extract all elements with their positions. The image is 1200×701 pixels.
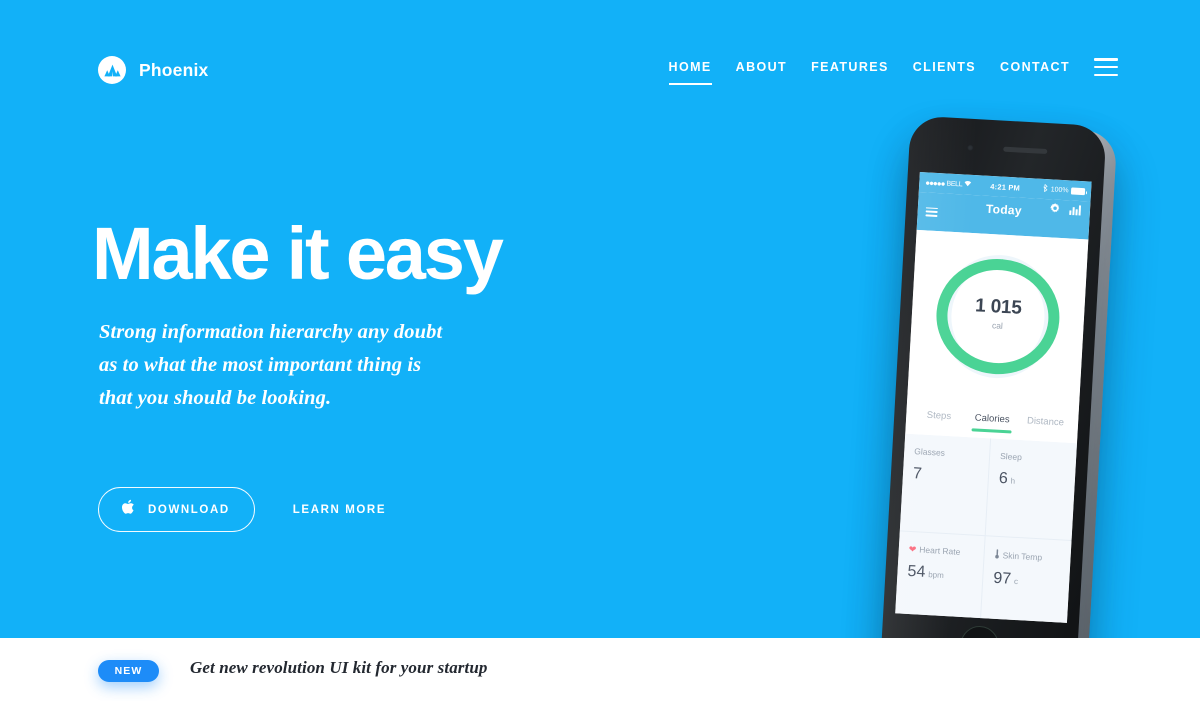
nav-item-features[interactable]: FEATURES: [799, 58, 901, 76]
tab-steps[interactable]: Steps: [912, 408, 966, 428]
stat-card-heart-rate[interactable]: ❤ Heart Rate 54 bpm: [895, 531, 986, 623]
nav-links: HOME ABOUT FEATURES CLIENTS CONTACT: [657, 58, 1082, 85]
status-time: 4:21 PM: [990, 181, 1021, 193]
tab-calories[interactable]: Calories: [965, 411, 1019, 431]
burger-bar: [925, 214, 938, 217]
burger-bar: [925, 206, 938, 210]
thermometer-icon: [994, 549, 1000, 561]
stat-value: 7: [912, 465, 923, 483]
burger-bar: [1094, 58, 1118, 61]
subtitle-line: that you should be looking.: [99, 387, 332, 409]
hero-subtitle: Strong information hierarchy any doubt a…: [99, 316, 519, 415]
landing-page: Phoenix HOME ABOUT FEATURES CLIENTS CONT…: [0, 0, 1200, 701]
brand-name: Phoenix: [139, 59, 209, 80]
stat-label: Glasses: [914, 446, 946, 458]
bar-chart-icon[interactable]: [1068, 202, 1082, 221]
stat-value-wrap: 54 bpm: [907, 563, 973, 585]
promo-text: Get new revolution UI kit for your start…: [190, 658, 488, 677]
stat-unit: bpm: [927, 570, 945, 580]
cta-group: DOWNLOAD LEARN MORE: [98, 487, 386, 532]
front-camera-icon: [967, 144, 974, 151]
stat-unit: h: [1010, 476, 1016, 486]
calories-ring-widget: 1 015 cal: [907, 229, 1089, 410]
tab-distance[interactable]: Distance: [1018, 414, 1072, 434]
battery-full-icon: [1070, 186, 1086, 195]
apple-logo-icon: [121, 499, 135, 521]
stat-value: 54: [907, 562, 926, 581]
hero-section: Phoenix HOME ABOUT FEATURES CLIENTS CONT…: [0, 0, 1200, 638]
hamburger-menu-icon[interactable]: [1094, 58, 1118, 76]
page-title: Make it easy: [92, 212, 504, 295]
stat-value: 6: [998, 469, 1009, 488]
brand-logo[interactable]: Phoenix: [98, 56, 208, 84]
burger-bar: [1094, 65, 1118, 69]
stat-card-skin-temp[interactable]: Skin Temp 97 c: [980, 536, 1071, 623]
app-menu-button[interactable]: [925, 206, 938, 217]
stats-grid: Glasses 7 Sleep 6 h ❤ Heart Rate 54 bpm …: [895, 433, 1077, 623]
earpiece-speaker: [1003, 146, 1048, 154]
download-button-label: DOWNLOAD: [148, 503, 230, 516]
stat-unit: c: [1013, 576, 1019, 587]
stat-label-wrap: ❤ Heart Rate: [908, 543, 974, 558]
gear-icon[interactable]: [1048, 201, 1061, 220]
stat-card-sleep[interactable]: Sleep 6 h: [985, 438, 1077, 542]
stat-label: Sleep: [999, 450, 1023, 463]
stat-card-glasses[interactable]: Glasses 7: [899, 433, 992, 537]
burger-bar: [925, 210, 938, 213]
phone-mockup: ●●●●● BELL 4:21 PM 100% Today 1 015 cal …: [862, 103, 1145, 638]
learn-more-link[interactable]: LEARN MORE: [293, 504, 386, 516]
download-button[interactable]: DOWNLOAD: [98, 487, 255, 532]
nav-item-about[interactable]: ABOUT: [724, 58, 799, 76]
heart-icon: ❤: [908, 543, 917, 554]
nav-item-home[interactable]: HOME: [657, 58, 724, 85]
promo-bar: [0, 638, 1200, 701]
phone-body: ●●●●● BELL 4:21 PM 100% Today 1 015 cal …: [879, 115, 1107, 638]
status-badge[interactable]: NEW: [98, 660, 159, 682]
mountain-logo-icon: [98, 56, 126, 84]
signal-dots-icon: ●●●●●: [925, 177, 945, 188]
wifi-icon: [964, 181, 972, 189]
home-button[interactable]: [959, 625, 1000, 638]
subtitle-line: Strong information hierarchy any doubt: [99, 321, 443, 343]
nav-item-clients[interactable]: CLIENTS: [901, 58, 988, 76]
stat-value-wrap: 7: [913, 465, 979, 487]
stat-label: Heart Rate: [919, 544, 961, 557]
stat-value-wrap: 97 c: [993, 570, 1060, 592]
stat-label: Skin Temp: [1002, 550, 1043, 563]
hamburger-menu-icon: [925, 206, 938, 217]
stat-value-wrap: 6 h: [998, 470, 1065, 492]
stat-label-wrap: Skin Temp: [994, 549, 1061, 565]
phone-screen: ●●●●● BELL 4:21 PM 100% Today 1 015 cal …: [895, 171, 1092, 623]
battery-percent: 100%: [1050, 185, 1069, 194]
carrier-label: BELL: [946, 180, 963, 188]
bluetooth-icon: [1043, 184, 1049, 194]
stat-value: 97: [992, 569, 1012, 588]
nav-item-contact[interactable]: CONTACT: [988, 58, 1082, 76]
burger-bar: [1094, 73, 1118, 76]
subtitle-line: as to what the most important thing is: [99, 354, 422, 376]
